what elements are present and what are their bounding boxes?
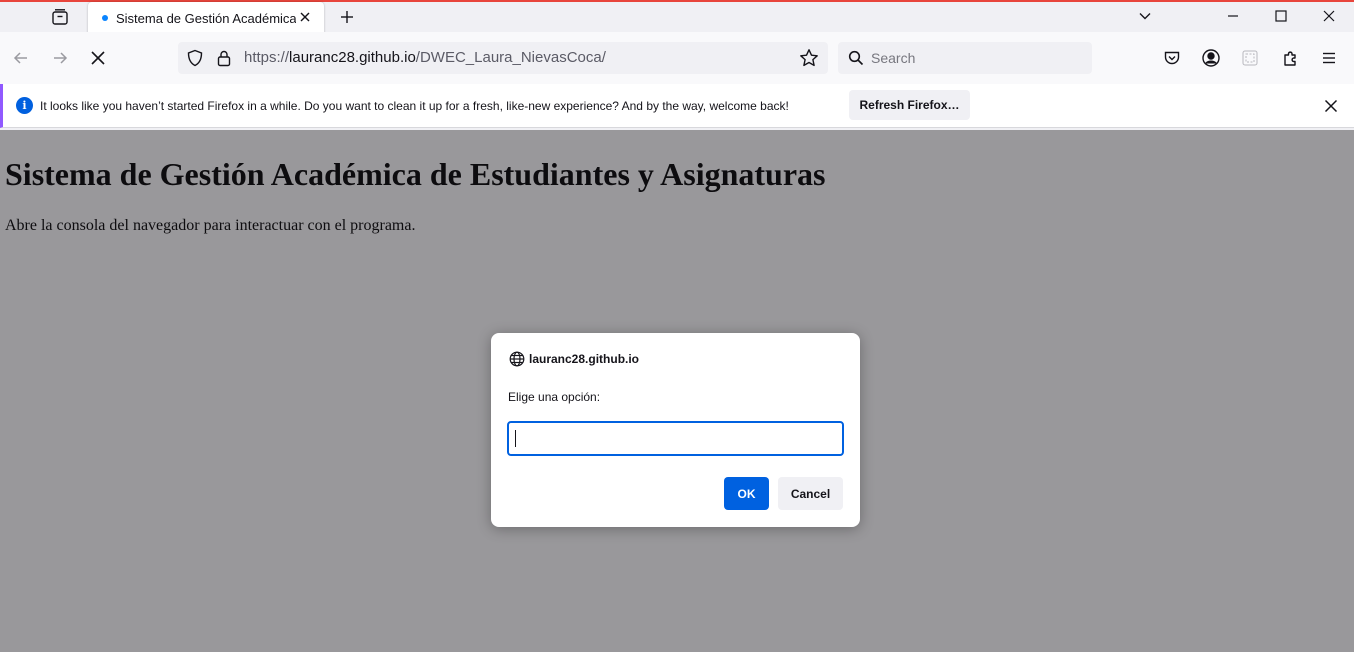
- navigation-toolbar: https://lauranc28.github.io/DWEC_Laura_N…: [0, 32, 1354, 84]
- url-text[interactable]: https://lauranc28.github.io/DWEC_Laura_N…: [244, 49, 606, 66]
- loading-indicator-icon: [102, 15, 108, 21]
- hamburger-icon[interactable]: [1317, 46, 1341, 70]
- close-icon[interactable]: [1315, 4, 1343, 28]
- lock-icon[interactable]: [214, 48, 234, 68]
- globe-icon: [508, 350, 526, 368]
- arrow-right-icon[interactable]: [48, 46, 72, 70]
- tab-title: Sistema de Gestión Académica: [116, 10, 296, 26]
- notification-message: It looks like you haven’t started Firefo…: [40, 99, 789, 113]
- ok-button[interactable]: OK: [724, 477, 769, 510]
- tab-strip: Sistema de Gestión Académica: [0, 0, 1354, 34]
- stop-icon[interactable]: [86, 46, 110, 70]
- cancel-button[interactable]: Cancel: [778, 477, 843, 510]
- prompt-dialog: lauranc28.github.io Elige una opción: OK…: [491, 333, 860, 527]
- search-icon: [846, 48, 866, 68]
- chevron-down-icon[interactable]: [1131, 4, 1159, 28]
- extension-icon[interactable]: [1238, 46, 1262, 70]
- page-content: Sistema de Gestión Académica de Estudian…: [0, 130, 1354, 652]
- info-icon: i: [16, 97, 33, 114]
- text-caret: [515, 430, 516, 447]
- tab-overview-icon[interactable]: [48, 5, 72, 29]
- search-placeholder: Search: [871, 50, 916, 66]
- refresh-firefox-button[interactable]: Refresh Firefox…: [849, 90, 970, 120]
- puzzle-icon[interactable]: [1279, 46, 1303, 70]
- pocket-icon[interactable]: [1160, 46, 1184, 70]
- close-icon[interactable]: [296, 8, 314, 26]
- arrow-left-icon[interactable]: [9, 46, 33, 70]
- shield-icon[interactable]: [185, 48, 205, 68]
- url-path: /DWEC_Laura_NievasCoca/: [415, 49, 606, 66]
- close-icon[interactable]: [1320, 95, 1342, 117]
- maximize-icon[interactable]: [1267, 4, 1295, 28]
- plus-icon[interactable]: [336, 6, 358, 28]
- dialog-origin: lauranc28.github.io: [529, 352, 640, 366]
- dialog-message: Elige una opción:: [508, 390, 601, 404]
- star-icon[interactable]: [799, 48, 819, 68]
- search-input[interactable]: Search: [838, 42, 1092, 74]
- address-bar[interactable]: https://lauranc28.github.io/DWEC_Laura_N…: [178, 42, 828, 74]
- minimize-icon[interactable]: [1219, 4, 1247, 28]
- url-host: lauranc28.github.io: [289, 49, 416, 66]
- account-icon[interactable]: [1199, 46, 1223, 70]
- tab-active[interactable]: Sistema de Gestión Académica: [88, 2, 324, 34]
- notification-bar: i It looks like you haven’t started Fire…: [0, 84, 1354, 128]
- url-scheme: https://: [244, 49, 290, 66]
- prompt-input[interactable]: [507, 421, 844, 456]
